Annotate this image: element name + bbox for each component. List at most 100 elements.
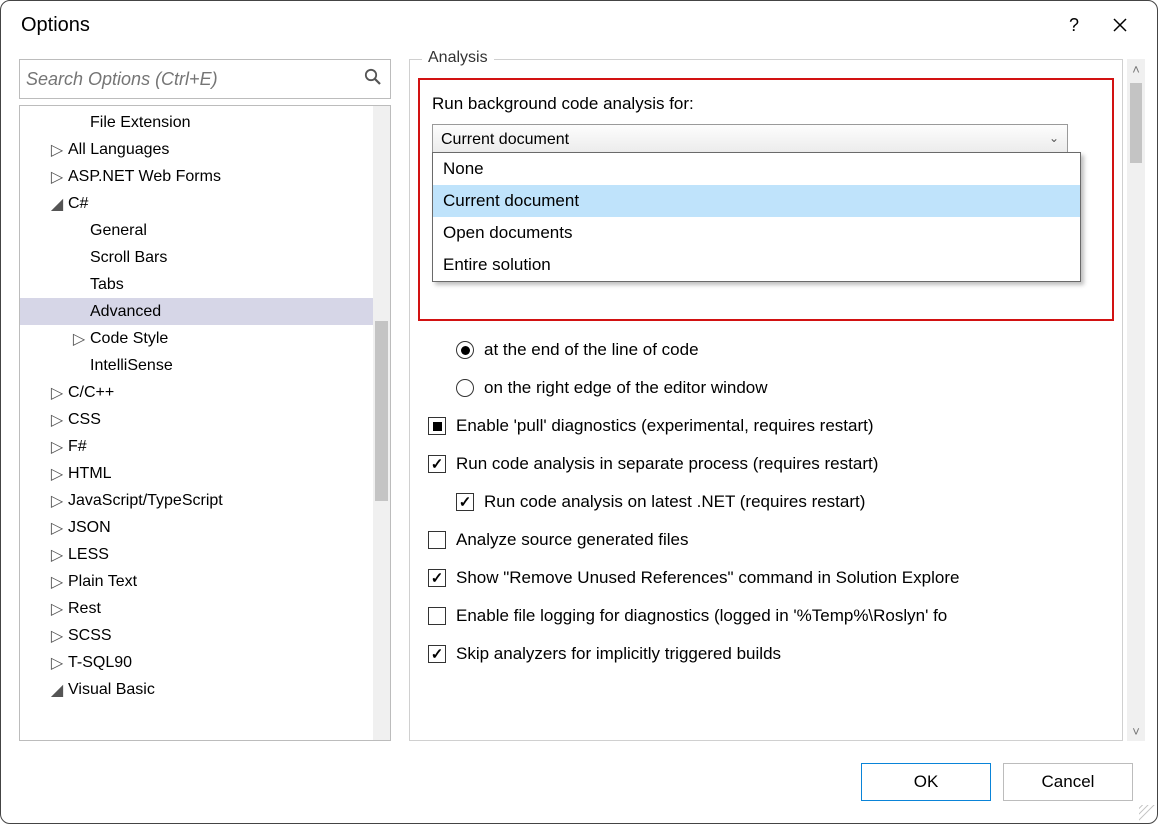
search-box[interactable] (19, 59, 391, 99)
scrollbar-thumb[interactable] (375, 321, 388, 501)
tree-item-label: File Extension (90, 114, 191, 132)
tree-item[interactable]: ▷JSON (20, 514, 374, 541)
scope-label: Run background code analysis for: (432, 94, 1112, 114)
tree-item[interactable]: ◢Visual Basic (20, 676, 374, 703)
tree-item[interactable]: ▷SCSS (20, 622, 374, 649)
tree-item[interactable]: Tabs (20, 271, 374, 298)
scope-dropdown[interactable]: NoneCurrent documentOpen documentsEntire… (432, 152, 1081, 282)
tree-item-label: IntelliSense (90, 357, 173, 375)
resize-grip[interactable] (1139, 805, 1155, 821)
tree-collapsed-icon[interactable]: ▷ (50, 140, 64, 160)
tree-item[interactable]: ◢C# (20, 190, 374, 217)
tree-item[interactable]: ▷CSS (20, 406, 374, 433)
dropdown-option[interactable]: Open documents (433, 217, 1080, 249)
tree-item[interactable]: File Extension (20, 109, 374, 136)
tree-item[interactable]: ▷Code Style (20, 325, 374, 352)
tree-item[interactable]: ▷LESS (20, 541, 374, 568)
tree-item-label: C# (68, 195, 88, 213)
tree-item-label: F# (68, 438, 87, 456)
dropdown-option[interactable]: None (433, 153, 1080, 185)
dropdown-option[interactable]: Current document (433, 185, 1080, 217)
tree-collapsed-icon[interactable]: ▷ (50, 572, 64, 592)
tree-item-label: Scroll Bars (90, 249, 167, 267)
chevron-down-icon: ⌄ (1049, 131, 1059, 145)
tree-collapsed-icon[interactable]: ▷ (50, 626, 64, 646)
tree-collapsed-icon[interactable]: ▷ (50, 383, 64, 403)
tree-item-label: Visual Basic (68, 681, 155, 699)
tree-item-label: Advanced (90, 303, 161, 321)
tree-item[interactable]: ▷JavaScript/TypeScript (20, 487, 374, 514)
scope-selected: Current document (441, 131, 569, 149)
tree-item-label: JavaScript/TypeScript (68, 492, 223, 510)
tree-item[interactable]: ▷Plain Text (20, 568, 374, 595)
tree-item-label: LESS (68, 546, 109, 564)
tree-collapsed-icon[interactable]: ▷ (50, 437, 64, 457)
checkbox-latest-net[interactable] (456, 493, 474, 511)
scope-highlight: Run background code analysis for: Curren… (418, 78, 1114, 321)
radio-end-of-line-label: at the end of the line of code (484, 340, 699, 360)
tree-item-label: All Languages (68, 141, 169, 159)
tree-item-label: Tabs (90, 276, 124, 294)
scroll-down-icon[interactable]: ˅ (1132, 721, 1140, 741)
close-icon (1113, 18, 1127, 32)
panel-scrollbar[interactable]: ˄ ˅ (1127, 59, 1145, 741)
checkbox-remove-unused[interactable] (428, 569, 446, 587)
close-button[interactable] (1097, 5, 1143, 45)
tree-item-label: Plain Text (68, 573, 137, 591)
scrollbar-thumb[interactable] (1130, 83, 1142, 163)
checkbox-remove-unused-label: Show "Remove Unused References" command … (456, 568, 959, 588)
tree-collapsed-icon[interactable]: ▷ (50, 545, 64, 565)
tree-item[interactable]: ▷T-SQL90 (20, 649, 374, 676)
checkbox-skip-analyzers[interactable] (428, 645, 446, 663)
tree-expanded-icon[interactable]: ◢ (50, 194, 64, 214)
search-icon (364, 68, 382, 91)
checkbox-separate-process[interactable] (428, 455, 446, 473)
checkbox-skip-analyzers-label: Skip analyzers for implicitly triggered … (456, 644, 781, 664)
tree-item-label: HTML (68, 465, 112, 483)
tree-item-label: T-SQL90 (68, 654, 132, 672)
tree-item[interactable]: Scroll Bars (20, 244, 374, 271)
radio-right-edge[interactable] (456, 379, 474, 397)
tree-collapsed-icon[interactable]: ▷ (50, 599, 64, 619)
tree-collapsed-icon[interactable]: ▷ (50, 518, 64, 538)
tree-collapsed-icon[interactable]: ▷ (50, 167, 64, 187)
tree-item[interactable]: ▷Rest (20, 595, 374, 622)
radio-end-of-line[interactable] (456, 341, 474, 359)
checkbox-pull-diagnostics[interactable] (428, 417, 446, 435)
tree-item-label: C/C++ (68, 384, 114, 402)
help-button[interactable]: ? (1051, 5, 1097, 45)
tree-item-label: CSS (68, 411, 101, 429)
tree-expanded-icon[interactable]: ◢ (50, 680, 64, 700)
scroll-up-icon[interactable]: ˄ (1132, 59, 1140, 79)
cancel-button[interactable]: Cancel (1003, 763, 1133, 801)
tree-item[interactable]: ▷HTML (20, 460, 374, 487)
dialog-title: Options (21, 14, 1051, 37)
checkbox-file-logging[interactable] (428, 607, 446, 625)
tree-item[interactable]: ▷ASP.NET Web Forms (20, 163, 374, 190)
checkbox-pull-diagnostics-label: Enable 'pull' diagnostics (experimental,… (456, 416, 874, 436)
dropdown-option[interactable]: Entire solution (433, 249, 1080, 281)
tree-item-label: Rest (68, 600, 101, 618)
tree-collapsed-icon[interactable]: ▷ (50, 653, 64, 673)
radio-right-edge-label: on the right edge of the editor window (484, 378, 768, 398)
tree-item[interactable]: ▷F# (20, 433, 374, 460)
tree-scrollbar[interactable] (373, 106, 390, 740)
search-input[interactable] (26, 69, 364, 90)
tree-item[interactable]: General (20, 217, 374, 244)
tree-item-label: General (90, 222, 147, 240)
checkbox-file-logging-label: Enable file logging for diagnostics (log… (456, 606, 947, 626)
checkbox-analyze-generated[interactable] (428, 531, 446, 549)
tree-item-label: Code Style (90, 330, 168, 348)
tree-item-label: ASP.NET Web Forms (68, 168, 221, 186)
tree-item-label: SCSS (68, 627, 112, 645)
group-title: Analysis (422, 49, 494, 67)
ok-button[interactable]: OK (861, 763, 991, 801)
tree-collapsed-icon[interactable]: ▷ (50, 491, 64, 511)
tree-item[interactable]: ▷C/C++ (20, 379, 374, 406)
tree-collapsed-icon[interactable]: ▷ (50, 464, 64, 484)
tree-item[interactable]: Advanced (20, 298, 374, 325)
tree-item[interactable]: ▷All Languages (20, 136, 374, 163)
tree-item[interactable]: IntelliSense (20, 352, 374, 379)
tree-collapsed-icon[interactable]: ▷ (72, 329, 86, 349)
tree-collapsed-icon[interactable]: ▷ (50, 410, 64, 430)
